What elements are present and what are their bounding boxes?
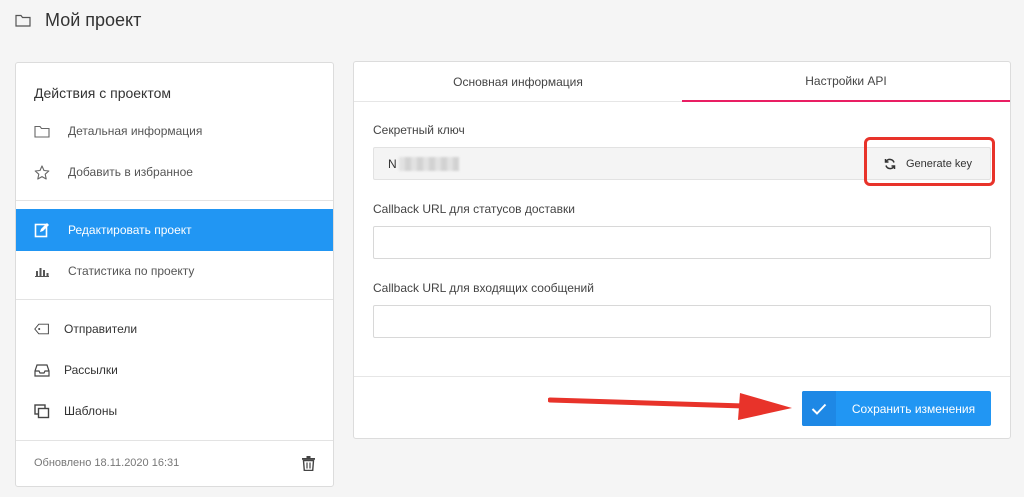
sidebar-item-mailings[interactable]: Рассылки [16,349,333,391]
sidebar-item-templates[interactable]: Шаблоны [16,390,333,432]
sidebar-item-label: Детальная информация [68,124,203,138]
panel-heading: Действия с проектом [34,85,172,101]
save-changes-button[interactable]: Сохранить изменения [802,391,991,426]
page-title: Мой проект [45,9,142,30]
incoming-callback-input[interactable] [373,305,991,338]
bar-chart-icon [34,265,50,277]
sidebar-item-statistics[interactable]: Статистика по проекту [16,250,333,292]
annotation-arrow-icon [548,393,792,420]
project-actions-panel: Действия с проектом Детальная информация… [15,62,334,487]
sidebar-item-label: Отправители [64,322,138,336]
page-header: Мой проект [15,8,141,32]
refresh-icon [884,158,896,170]
secret-key-label: Секретный ключ [373,123,465,137]
sidebar-item-favorite[interactable]: Добавить в избранное [16,151,333,193]
trash-icon[interactable] [302,455,315,471]
sidebar-item-label: Статистика по проекту [68,264,195,278]
sidebar-item-label: Добавить в избранное [68,165,193,179]
tab-bar: Основная информация Настройки API [354,62,1010,102]
sidebar-item-label: Редактировать проект [68,223,192,237]
tab-main-info[interactable]: Основная информация [354,62,682,102]
delivery-callback-label: Callback URL для статусов доставки [373,202,575,216]
templates-icon [34,403,50,419]
checkmark-icon [802,391,836,426]
updated-timestamp: Обновлено 18.11.2020 16:31 [34,457,180,469]
generate-key-label: Generate key [905,157,973,170]
generate-key-button[interactable]: Generate key [868,149,988,178]
api-settings-panel: Основная информация Настройки API Секрет… [353,61,1011,439]
inbox-icon [34,363,50,377]
divider [16,200,333,201]
divider [354,376,1010,377]
edit-icon [34,222,50,238]
save-changes-label: Сохранить изменения [851,401,976,416]
folder-icon [15,14,31,27]
sidebar-item-label: Шаблоны [64,404,118,418]
incoming-callback-label: Callback URL для входящих сообщений [373,281,594,295]
sidebar-item-edit[interactable]: Редактировать проект [16,209,333,251]
folder-icon [34,125,50,138]
secret-key-value: N [388,156,397,171]
panel-footer: Обновлено 18.11.2020 16:31 [16,440,333,486]
sidebar-item-senders[interactable]: Отправители [16,308,333,350]
star-icon [34,164,50,180]
divider [16,299,333,300]
sidebar-item-label: Рассылки [64,363,118,377]
tag-icon [34,322,50,336]
redacted-key [398,156,459,171]
tab-api-settings[interactable]: Настройки API [682,62,1010,102]
delivery-callback-input[interactable] [373,226,991,259]
sidebar-item-details[interactable]: Детальная информация [16,110,333,152]
